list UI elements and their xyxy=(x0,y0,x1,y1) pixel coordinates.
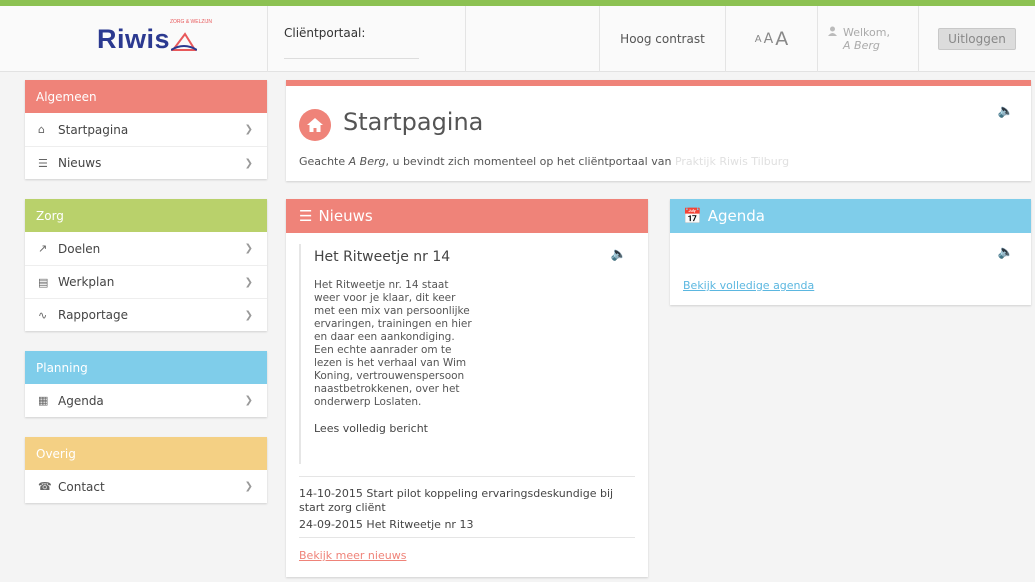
chevron-right-icon: ❯ xyxy=(244,481,253,492)
sidebar-item-label: Contact xyxy=(58,479,105,494)
logo[interactable]: Riwis ZORG & WELZIJN xyxy=(0,6,268,72)
logout-button[interactable]: Uitloggen xyxy=(938,28,1016,50)
font-size-controls: A A A xyxy=(726,6,818,72)
more-news-link[interactable]: Bekijk meer nieuws xyxy=(299,549,406,562)
sidebar-section-overig: Overig ☎ Contact ❯ xyxy=(25,437,267,503)
sidebar-item-doelen[interactable]: ↗ Doelen ❯ xyxy=(25,232,267,265)
sidebar-section-algemeen: Algemeen ⌂ Startpagina ❯ ☰ Nieuws ❯ xyxy=(25,80,267,179)
client-portal-label: Cliëntportaal: xyxy=(284,26,366,40)
sidebar-section-title: Zorg xyxy=(25,199,267,232)
chevron-right-icon: ❯ xyxy=(244,276,253,288)
news-item[interactable]: 24-09-2015 Het Ritweetje nr 13 xyxy=(299,518,635,532)
logo-tagline: ZORG & WELZIJN xyxy=(169,18,212,25)
sidebar-item-werkplan[interactable]: ▤ Werkplan ❯ xyxy=(25,265,267,298)
news-header: ☰ Nieuws xyxy=(286,199,648,233)
greeting-practice: Praktijk Riwis Tilburg xyxy=(674,155,790,168)
sidebar-item-agenda[interactable]: ▦ Agenda ❯ xyxy=(25,384,267,417)
chevron-right-icon: ❯ xyxy=(244,395,253,406)
portal-underline xyxy=(284,58,419,59)
agenda-header: 📅 Agenda xyxy=(670,199,1031,233)
article-body: Het Ritweetje nr. 14 staat weer voor je … xyxy=(314,279,472,408)
user-welcome: Welkom, A Berg xyxy=(818,6,919,72)
home-icon xyxy=(299,109,331,141)
sidebar-section-zorg: Zorg ↗ Doelen ❯ ▤ Werkplan ❯ ∿ Rapportag… xyxy=(25,199,267,331)
chevron-right-icon: ❯ xyxy=(244,124,253,135)
speaker-icon[interactable]: 🔈 xyxy=(998,245,1014,260)
sidebar-item-label: Doelen xyxy=(58,241,101,256)
chevron-right-icon: ❯ xyxy=(244,309,253,321)
agenda-panel: 📅 Agenda 🔈 Bekijk volledige agenda xyxy=(670,199,1031,305)
user-name: A Berg xyxy=(843,39,880,52)
article-title: Het Ritweetje nr 14 xyxy=(314,249,451,265)
greeting-name: A Berg xyxy=(348,155,386,168)
sidebar-item-label: Rapportage xyxy=(58,308,128,322)
greeting-text: Geachte A Berg, u bevindt zich momenteel… xyxy=(299,155,790,168)
sidebar-item-label: Startpagina xyxy=(58,122,129,137)
document-icon: ▤ xyxy=(38,275,49,289)
main-content: Startpagina 🔈 Geachte A Berg, u bevindt … xyxy=(286,80,1031,577)
sidebar-item-startpagina[interactable]: ⌂ Startpagina ❯ xyxy=(25,113,267,146)
font-large-button[interactable]: A xyxy=(775,28,788,50)
font-small-button[interactable]: A xyxy=(755,34,762,45)
logo-text: Riwis ZORG & WELZIJN xyxy=(96,18,212,54)
full-agenda-link[interactable]: Bekijk volledige agenda xyxy=(683,279,814,292)
news-article: Het Ritweetje nr 14 🔈 Het Ritweetje nr. … xyxy=(299,244,627,464)
user-icon xyxy=(828,26,837,39)
target-icon: ↗ xyxy=(38,242,48,255)
chevron-right-icon: ❯ xyxy=(244,157,253,169)
news-list: 14-10-2015 Start pilot koppeling ervarin… xyxy=(299,476,635,535)
sidebar-section-title: Overig xyxy=(25,437,267,470)
font-medium-button[interactable]: A xyxy=(764,31,774,47)
sidebar-section-title: Planning xyxy=(25,351,267,384)
logout-cell: Uitloggen xyxy=(919,6,1035,72)
sidebar: Algemeen ⌂ Startpagina ❯ ☰ Nieuws ❯ Zorg… xyxy=(25,80,267,523)
welcome-label: Welkom, xyxy=(843,26,890,39)
calendar-icon: 📅 xyxy=(683,207,702,225)
page-title: Startpagina xyxy=(343,108,484,136)
start-panel: Startpagina 🔈 Geachte A Berg, u bevindt … xyxy=(286,80,1031,181)
sidebar-item-label: Werkplan xyxy=(58,275,115,289)
header-spacer xyxy=(466,6,600,72)
client-portal-selector[interactable]: Cliëntportaal: xyxy=(268,6,466,72)
news-panel: ☰ Nieuws Het Ritweetje nr 14 🔈 Het Ritwe… xyxy=(286,199,648,577)
sidebar-item-label: Agenda xyxy=(58,393,104,408)
list-icon: ☰ xyxy=(299,207,313,225)
news-title: Nieuws xyxy=(318,207,373,225)
divider xyxy=(299,537,635,538)
calendar-icon: ▦ xyxy=(38,394,49,407)
sidebar-item-nieuws[interactable]: ☰ Nieuws ❯ xyxy=(25,146,267,179)
high-contrast-button[interactable]: Hoog contrast xyxy=(600,6,726,72)
sidebar-section-planning: Planning ▦ Agenda ❯ xyxy=(25,351,267,417)
phone-icon: ☎ xyxy=(38,480,52,493)
news-item[interactable]: 14-10-2015 Start pilot koppeling ervarin… xyxy=(299,487,635,515)
speaker-icon[interactable]: 🔈 xyxy=(998,104,1014,119)
sidebar-item-contact[interactable]: ☎ Contact ❯ xyxy=(25,470,267,503)
sidebar-item-rapportage[interactable]: ∿ Rapportage ❯ xyxy=(25,298,267,331)
sidebar-item-label: Nieuws xyxy=(58,156,102,170)
list-icon: ☰ xyxy=(38,156,48,170)
logo-sail-icon xyxy=(170,31,197,51)
speaker-icon[interactable]: 🔈 xyxy=(611,247,627,262)
home-icon: ⌂ xyxy=(38,123,45,136)
header: Riwis ZORG & WELZIJN Cliëntportaal: Hoog… xyxy=(0,6,1035,72)
chevron-right-icon: ❯ xyxy=(244,243,253,254)
pulse-icon: ∿ xyxy=(38,308,48,322)
read-more-link[interactable]: Lees volledig bericht xyxy=(314,422,626,435)
sidebar-section-title: Algemeen xyxy=(25,80,267,113)
agenda-title: Agenda xyxy=(707,207,765,225)
